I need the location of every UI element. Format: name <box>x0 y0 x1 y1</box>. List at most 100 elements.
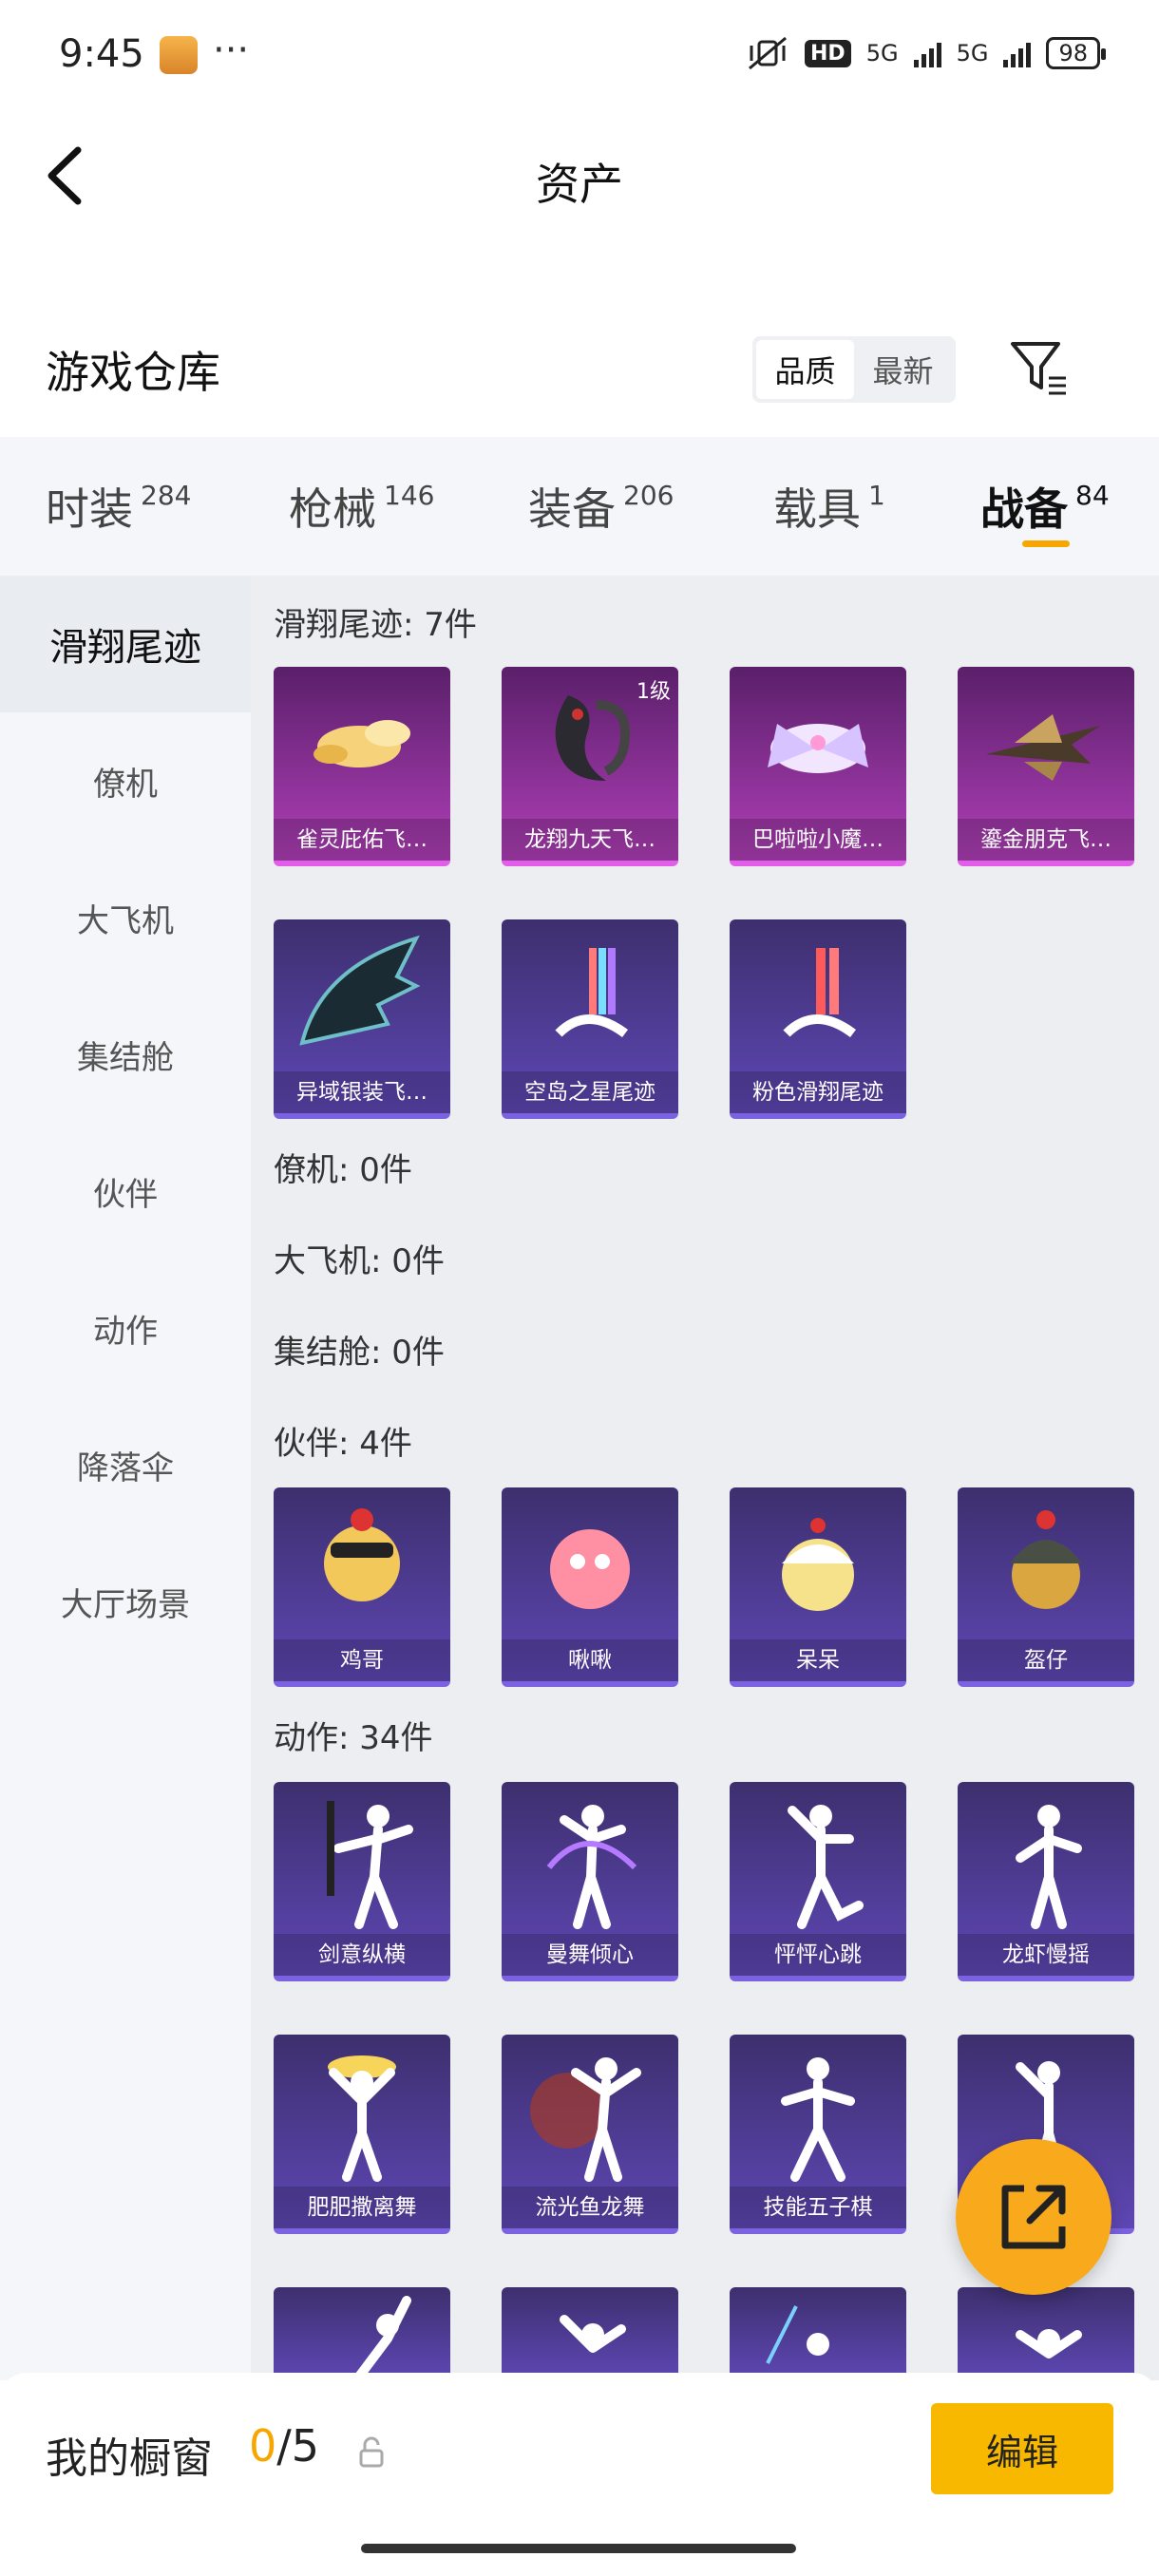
showcase-current: 0 <box>249 2420 277 2472</box>
tab-label: 战备 <box>980 483 1068 535</box>
mute-vibrate-icon <box>749 36 787 70</box>
section-title-glide: 滑翔尾迹: 7件 <box>274 606 477 644</box>
sidebar-item-emote[interactable]: 动作 <box>0 1260 251 1396</box>
tab-count: 1 <box>868 479 885 511</box>
pink-trail-icon <box>783 948 856 1038</box>
tab-label: 时装 <box>46 483 133 535</box>
rainbow-trail-icon <box>555 948 628 1038</box>
sidebar-item-big-plane[interactable]: 大飞机 <box>0 849 251 986</box>
sort-newest-button[interactable]: 最新 <box>854 340 952 399</box>
lock-icon <box>359 2436 384 2468</box>
item-card[interactable] <box>958 2287 1134 2380</box>
item-card[interactable]: 曼舞倾心 <box>502 1782 678 1981</box>
dancer-icon <box>788 1805 864 1929</box>
section-title-partner: 伙伴: 4件 <box>274 1425 412 1463</box>
tab-count: 206 <box>623 479 674 511</box>
dancer-icon <box>781 2057 855 2182</box>
tab-weapons[interactable]: 枪械 146 <box>289 437 528 576</box>
item-label: 鸡哥 <box>274 1639 450 1681</box>
item-label: 龙翔九天飞… <box>502 819 678 861</box>
sidebar-item-partner[interactable]: 伙伴 <box>0 1123 251 1260</box>
silver-wing-icon <box>299 935 421 1046</box>
item-label: 龙虾慢摇 <box>958 1934 1134 1976</box>
item-card[interactable]: 呆呆 <box>730 1487 906 1687</box>
section-heading: 游戏仓库 <box>46 347 220 398</box>
network-type-1: 5G <box>865 40 899 66</box>
item-card[interactable]: 肥肥撒离舞 <box>274 2035 450 2234</box>
item-card[interactable]: 流光鱼龙舞 <box>502 2035 678 2234</box>
battery-indicator: 98 <box>1046 37 1106 69</box>
item-card[interactable]: 剑意纵横 <box>274 1782 450 1981</box>
sidebar-item-glide-trail[interactable]: 滑翔尾迹 <box>0 576 251 712</box>
category-tabs: 时装 284 枪械 146 装备 206 载具 1 战备 84 <box>0 437 1159 576</box>
item-card[interactable]: 怦怦心跳 <box>730 1782 906 1981</box>
item-card[interactable]: 粉色滑翔尾迹 <box>730 919 906 1119</box>
sidebar: 滑翔尾迹 僚机 大飞机 集结舱 伙伴 动作 降落伞 大厅场景 <box>0 576 251 2380</box>
item-label: 鎏金朋克飞… <box>958 819 1134 861</box>
tab-label: 枪械 <box>289 483 376 535</box>
status-time: 9:45 <box>59 32 144 76</box>
share-button[interactable] <box>956 2139 1112 2295</box>
item-label: 雀灵庇佑飞… <box>274 819 450 861</box>
dancer-icon <box>530 2057 641 2182</box>
showcase-count: 0/5 <box>249 2420 319 2472</box>
item-card[interactable] <box>502 2287 678 2380</box>
tab-battle-gear[interactable]: 战备 84 <box>980 437 1132 576</box>
home-indicator[interactable] <box>361 2544 796 2553</box>
item-card[interactable]: 鎏金朋克飞… <box>958 667 1134 866</box>
helmet-chick-icon <box>1010 1510 1082 1609</box>
item-card[interactable]: 雀灵庇佑飞… <box>274 667 450 866</box>
pink-bird-icon <box>550 1529 630 1609</box>
edit-button[interactable]: 编辑 <box>931 2403 1113 2494</box>
item-label: 技能五子棋 <box>730 2187 906 2228</box>
item-label: 曼舞倾心 <box>502 1934 678 1976</box>
tab-vehicles[interactable]: 载具 1 <box>773 437 980 576</box>
item-card[interactable]: 1级 龙翔九天飞… <box>502 667 678 866</box>
jet-icon <box>986 714 1100 781</box>
sidebar-item-pod[interactable]: 集结舱 <box>0 986 251 1123</box>
item-label: 啾啾 <box>502 1639 678 1681</box>
item-card[interactable]: 技能五子棋 <box>730 2035 906 2234</box>
item-card[interactable]: 啾啾 <box>502 1487 678 1687</box>
page-title: 资产 <box>536 159 623 210</box>
dancer-icon <box>766 2305 829 2364</box>
item-label: 怦怦心跳 <box>730 1934 906 1976</box>
dancer-icon <box>1016 1805 1082 1929</box>
showcase-label: 我的橱窗 <box>46 2434 213 2483</box>
dancer-icon <box>560 2315 626 2353</box>
item-card[interactable]: 盔仔 <box>958 1487 1134 1687</box>
filter-icon[interactable] <box>1007 336 1070 399</box>
section-title-pod: 集结舱: 0件 <box>274 1334 445 1372</box>
item-label: 呆呆 <box>730 1639 906 1681</box>
item-card[interactable]: 鸡哥 <box>274 1487 450 1687</box>
showcase-bar: 我的橱窗 0/5 编辑 <box>0 2373 1159 2576</box>
app-notification-icon <box>160 36 198 74</box>
sidebar-item-lobby-scene[interactable]: 大厅场景 <box>0 1533 251 1670</box>
rooster-icon <box>324 1508 400 1601</box>
item-card[interactable] <box>274 2287 450 2380</box>
item-card[interactable]: 空岛之星尾迹 <box>502 919 678 1119</box>
dancer-icon <box>328 2055 396 2182</box>
signal-icon <box>913 39 941 67</box>
section-title-emote: 动作: 34件 <box>274 1719 433 1757</box>
item-label: 空岛之星尾迹 <box>502 1071 678 1113</box>
section-title-wingman: 僚机: 0件 <box>274 1151 412 1189</box>
item-card[interactable]: 巴啦啦小魔… <box>730 667 906 866</box>
item-label: 剑意纵横 <box>274 1934 450 1976</box>
tab-fashion[interactable]: 时装 284 <box>46 437 289 576</box>
item-card[interactable] <box>730 2287 906 2380</box>
dancer-icon <box>546 1805 637 1929</box>
sidebar-item-wingman[interactable]: 僚机 <box>0 712 251 849</box>
tab-count: 146 <box>384 479 435 511</box>
tab-equipment[interactable]: 装备 206 <box>528 437 773 576</box>
tab-label: 装备 <box>528 483 616 535</box>
share-external-icon <box>1001 2185 1066 2249</box>
dancer-icon <box>327 1801 413 1929</box>
status-bar: 9:45 ··· HD 5G 5G 98 <box>0 0 1159 114</box>
sort-quality-button[interactable]: 品质 <box>756 340 854 399</box>
signal-icon <box>1003 39 1032 67</box>
sidebar-item-parachute[interactable]: 降落伞 <box>0 1396 251 1533</box>
item-card[interactable]: 异域银装飞… <box>274 919 450 1119</box>
item-card[interactable]: 龙虾慢摇 <box>958 1782 1134 1981</box>
more-notifications-icon: ··· <box>213 28 250 72</box>
